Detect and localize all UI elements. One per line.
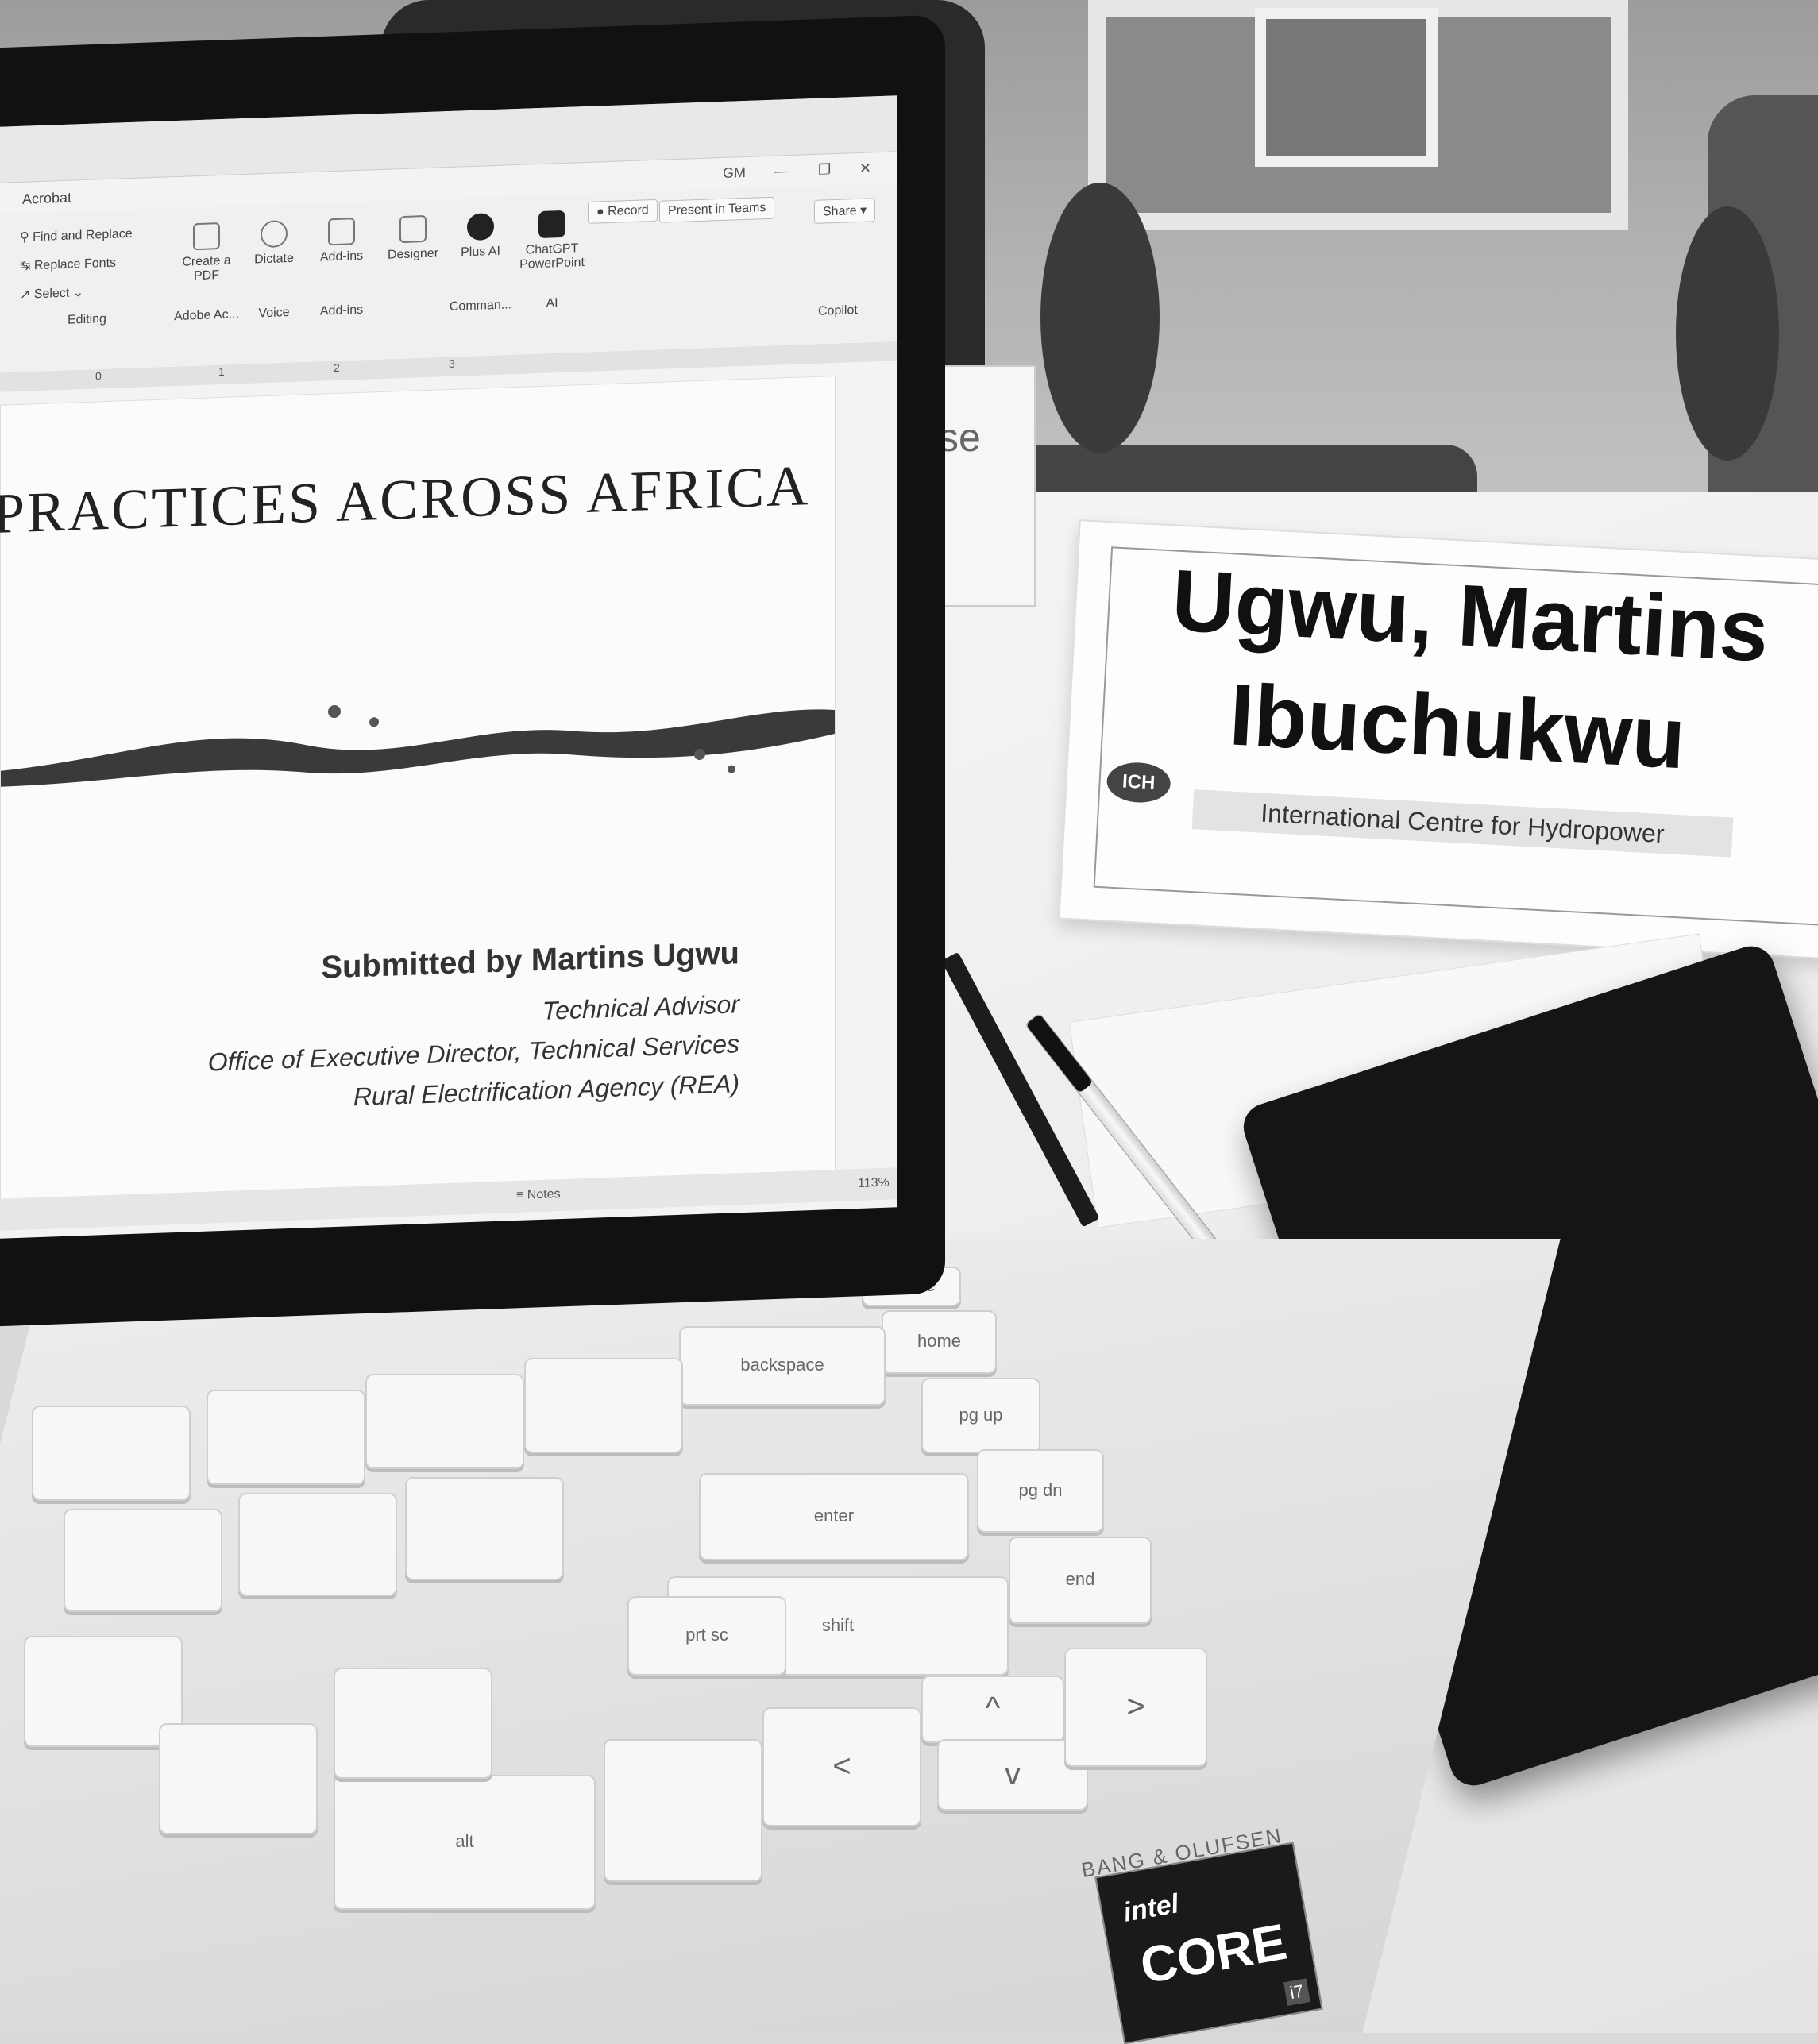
ruler-mark: 1 bbox=[218, 364, 225, 379]
close-icon[interactable]: ✕ bbox=[859, 160, 871, 177]
key-letter[interactable] bbox=[334, 1668, 492, 1779]
group-label-voice: Voice bbox=[258, 305, 290, 321]
key-letter[interactable] bbox=[159, 1723, 318, 1834]
presenter-agency: Rural Electrification Agency (REA) bbox=[353, 1069, 739, 1112]
tab-acrobat[interactable]: Acrobat bbox=[22, 190, 71, 208]
key-letter[interactable] bbox=[405, 1477, 564, 1580]
designer-icon bbox=[399, 214, 427, 244]
key-arrow-left[interactable]: < bbox=[762, 1707, 921, 1826]
present-label: Present in Teams bbox=[668, 201, 766, 218]
mirror-inner-frame bbox=[1255, 8, 1438, 167]
intel-gen-badge: i7 bbox=[1283, 1978, 1310, 2006]
restore-icon[interactable]: ❐ bbox=[818, 161, 831, 179]
create-pdf-button[interactable]: Create a PDF bbox=[171, 222, 242, 284]
add-ins-button[interactable]: Add-ins bbox=[310, 217, 373, 265]
grid-icon bbox=[328, 218, 355, 246]
chatgpt-powerpoint-button[interactable]: ChatGPT PowerPoint bbox=[516, 210, 588, 272]
record-label: Record bbox=[608, 203, 649, 219]
key-end[interactable]: end bbox=[1009, 1537, 1152, 1624]
key-pg-dn[interactable]: pg dn bbox=[977, 1449, 1104, 1533]
ruler-mark: 0 bbox=[95, 369, 102, 383]
ribbon: ● Record Present in Teams Share ▾ ⚲ Find… bbox=[0, 183, 897, 374]
present-in-teams-button[interactable]: Present in Teams bbox=[659, 196, 775, 223]
key-label: end bbox=[1065, 1569, 1095, 1589]
chair bbox=[1676, 206, 1779, 461]
water-splash-image bbox=[1, 705, 835, 787]
find-replace-label: Find and Replace bbox=[33, 226, 133, 245]
notes-button[interactable]: ≡ Notes bbox=[516, 1187, 561, 1203]
replace-fonts-label: Replace Fonts bbox=[33, 256, 117, 273]
key-label: alt bbox=[455, 1831, 474, 1851]
ribbon-label: Designer bbox=[387, 246, 439, 262]
ribbon-label: Plus AI bbox=[461, 244, 500, 260]
key-letter[interactable] bbox=[32, 1406, 191, 1501]
key-letter[interactable] bbox=[207, 1390, 365, 1485]
user-initials[interactable]: GM bbox=[723, 164, 746, 182]
key-label: backspace bbox=[740, 1355, 824, 1375]
key-home[interactable]: home bbox=[882, 1310, 997, 1374]
key-label: home bbox=[917, 1331, 962, 1351]
select-label: Select bbox=[33, 286, 70, 302]
record-button[interactable]: ● Record bbox=[588, 199, 658, 224]
intel-core-text: CORE bbox=[1136, 1912, 1291, 1995]
ribbon-label: Add-ins bbox=[319, 249, 364, 264]
presenter-office: Office of Executive Director, Technical … bbox=[207, 1029, 739, 1077]
key-backspace[interactable]: backspace bbox=[679, 1326, 886, 1406]
key-letter[interactable] bbox=[524, 1358, 683, 1453]
key-alt[interactable]: alt bbox=[334, 1775, 596, 1910]
ribbon-label: Dictate bbox=[254, 251, 294, 267]
key-label: enter bbox=[813, 1506, 855, 1525]
key-arrow-up[interactable]: ^ bbox=[921, 1676, 1064, 1743]
key-label: pg dn bbox=[1018, 1480, 1063, 1500]
key-arrow-right[interactable]: > bbox=[1064, 1648, 1207, 1767]
key-pg-up[interactable]: pg up bbox=[921, 1378, 1040, 1453]
group-label-add-ins: Add-ins bbox=[319, 303, 364, 318]
notes-label: Notes bbox=[527, 1187, 561, 1202]
ribbon-label: ChatGPT PowerPoint bbox=[519, 241, 585, 272]
zoom-level[interactable]: 113% bbox=[858, 1176, 890, 1191]
key-letter[interactable] bbox=[64, 1509, 222, 1612]
designer-button[interactable]: Designer bbox=[377, 214, 449, 263]
microphone-icon bbox=[261, 220, 288, 249]
intel-core-sticker: intel CORE i7 bbox=[1094, 1842, 1323, 2044]
share-label: Share bbox=[823, 204, 857, 219]
name-card: Ugwu, Martins Ibuchukwu ICH Internationa… bbox=[1058, 519, 1818, 961]
submitted-by: Submitted by Martins Ugwu bbox=[321, 935, 739, 985]
group-label-commands: Comman... bbox=[449, 298, 512, 314]
plus-ai-button[interactable]: Plus AI bbox=[453, 212, 508, 260]
minimize-icon[interactable]: — bbox=[774, 163, 789, 180]
key-label: pg up bbox=[959, 1405, 1003, 1425]
ruler-mark: 2 bbox=[334, 361, 340, 375]
plus-ai-icon bbox=[467, 213, 494, 241]
group-label-editing: Editing bbox=[68, 312, 106, 327]
key-enter[interactable]: enter bbox=[699, 1473, 969, 1560]
key-fingerprint[interactable] bbox=[604, 1739, 762, 1882]
key-prt-sc[interactable]: prt sc bbox=[627, 1596, 786, 1676]
ribbon-label: Create a PDF bbox=[182, 253, 231, 283]
key-label: prt sc bbox=[685, 1625, 728, 1645]
key-letter[interactable] bbox=[238, 1493, 397, 1596]
find-replace-button[interactable]: ⚲ Find and Replace bbox=[20, 226, 133, 245]
slide-canvas[interactable]: PRACTICES ACROSS AFRICA Submitted by Mar… bbox=[0, 375, 836, 1201]
dictate-button[interactable]: Dictate bbox=[246, 219, 302, 267]
ruler-mark: 3 bbox=[449, 357, 455, 370]
intel-brand-text: intel bbox=[1121, 1888, 1181, 1928]
key-letter[interactable] bbox=[365, 1374, 524, 1469]
select-button[interactable]: ↗ Select ⌄ bbox=[20, 284, 83, 303]
pdf-icon bbox=[193, 222, 220, 251]
slide-title: PRACTICES ACROSS AFRICA bbox=[0, 453, 811, 546]
presenter-role: Technical Advisor bbox=[542, 989, 739, 1025]
chatgpt-icon bbox=[538, 210, 565, 239]
group-label-adobe: Adobe Ac... bbox=[174, 307, 239, 324]
group-label-copilot: Copilot bbox=[818, 303, 858, 318]
laptop-screen: Acrobat GM — ❐ ✕ ● Record Present in Tea… bbox=[0, 95, 897, 1239]
replace-fonts-button[interactable]: ↹ Replace Fonts bbox=[20, 255, 116, 274]
group-label-ai: AI bbox=[546, 296, 558, 310]
key-label: shift bbox=[821, 1615, 855, 1635]
chair bbox=[1040, 183, 1160, 453]
share-button[interactable]: Share ▾ bbox=[814, 198, 876, 224]
